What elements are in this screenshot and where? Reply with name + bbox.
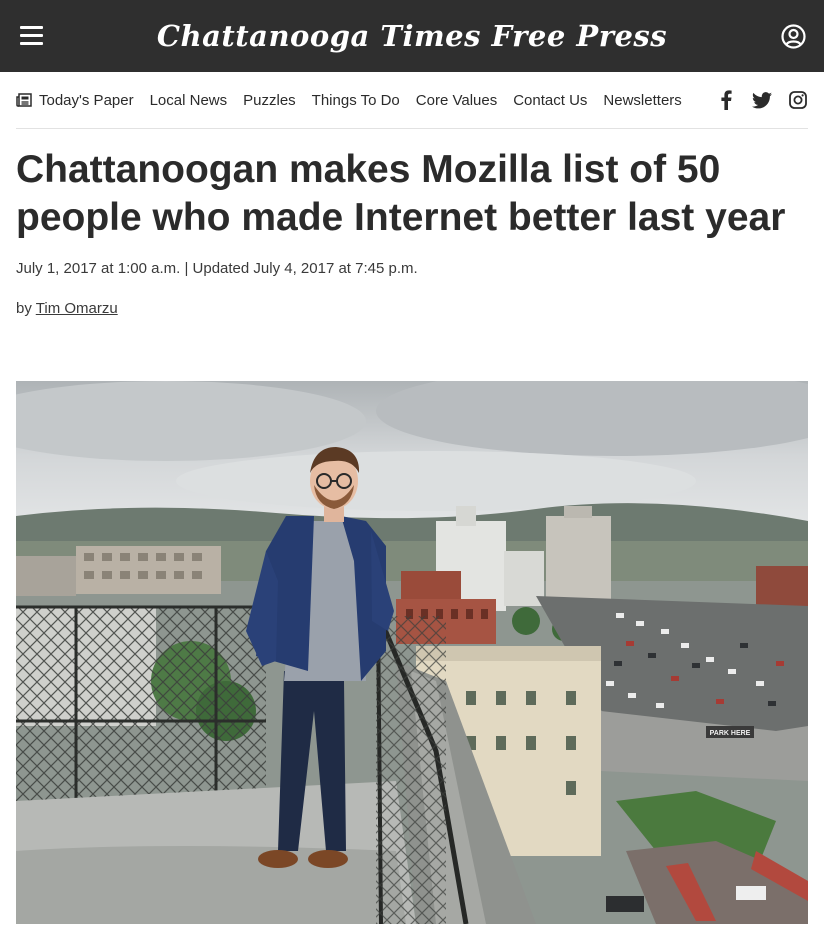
section-nav: Today's Paper Local News Puzzles Things …: [16, 72, 808, 129]
nav-label: Today's Paper: [39, 91, 134, 109]
byline-prefix: by: [16, 300, 32, 317]
twitter-icon[interactable]: [752, 90, 772, 110]
updated-date: Updated July 4, 2017 at 7:45 p.m.: [192, 260, 418, 277]
article-dateline: July 1, 2017 at 1:00 a.m. | Updated July…: [16, 260, 418, 277]
nav-puzzles[interactable]: Puzzles: [243, 92, 296, 109]
date-separator: |: [184, 260, 189, 277]
instagram-icon[interactable]: [788, 90, 808, 110]
account-icon[interactable]: [781, 24, 806, 49]
author-link[interactable]: Tim Omarzu: [36, 300, 118, 317]
hamburger-menu-icon[interactable]: [20, 26, 43, 45]
article-lead-photo[interactable]: PARK HERE: [16, 381, 808, 924]
nav-contact-us[interactable]: Contact Us: [513, 92, 587, 109]
nav-core-values[interactable]: Core Values: [416, 92, 497, 109]
nav-things-to-do[interactable]: Things To Do: [312, 92, 400, 109]
social-links: [696, 72, 808, 128]
facebook-icon[interactable]: [716, 90, 736, 110]
nav-todays-paper[interactable]: Today's Paper: [16, 92, 134, 109]
nav-newsletters[interactable]: Newsletters: [603, 92, 681, 109]
site-header: Chattanooga Times Free Press: [0, 0, 824, 72]
newspaper-icon: [16, 93, 32, 107]
article-headline: Chattanoogan makes Mozilla list of 50 pe…: [16, 148, 786, 239]
site-masthead[interactable]: Chattanooga Times Free Press: [157, 19, 667, 53]
park-here-sign: PARK HERE: [710, 730, 751, 737]
article-byline: by Tim Omarzu: [16, 300, 118, 317]
nav-local-news[interactable]: Local News: [150, 92, 228, 109]
published-date: July 1, 2017 at 1:00 a.m.: [16, 260, 181, 277]
